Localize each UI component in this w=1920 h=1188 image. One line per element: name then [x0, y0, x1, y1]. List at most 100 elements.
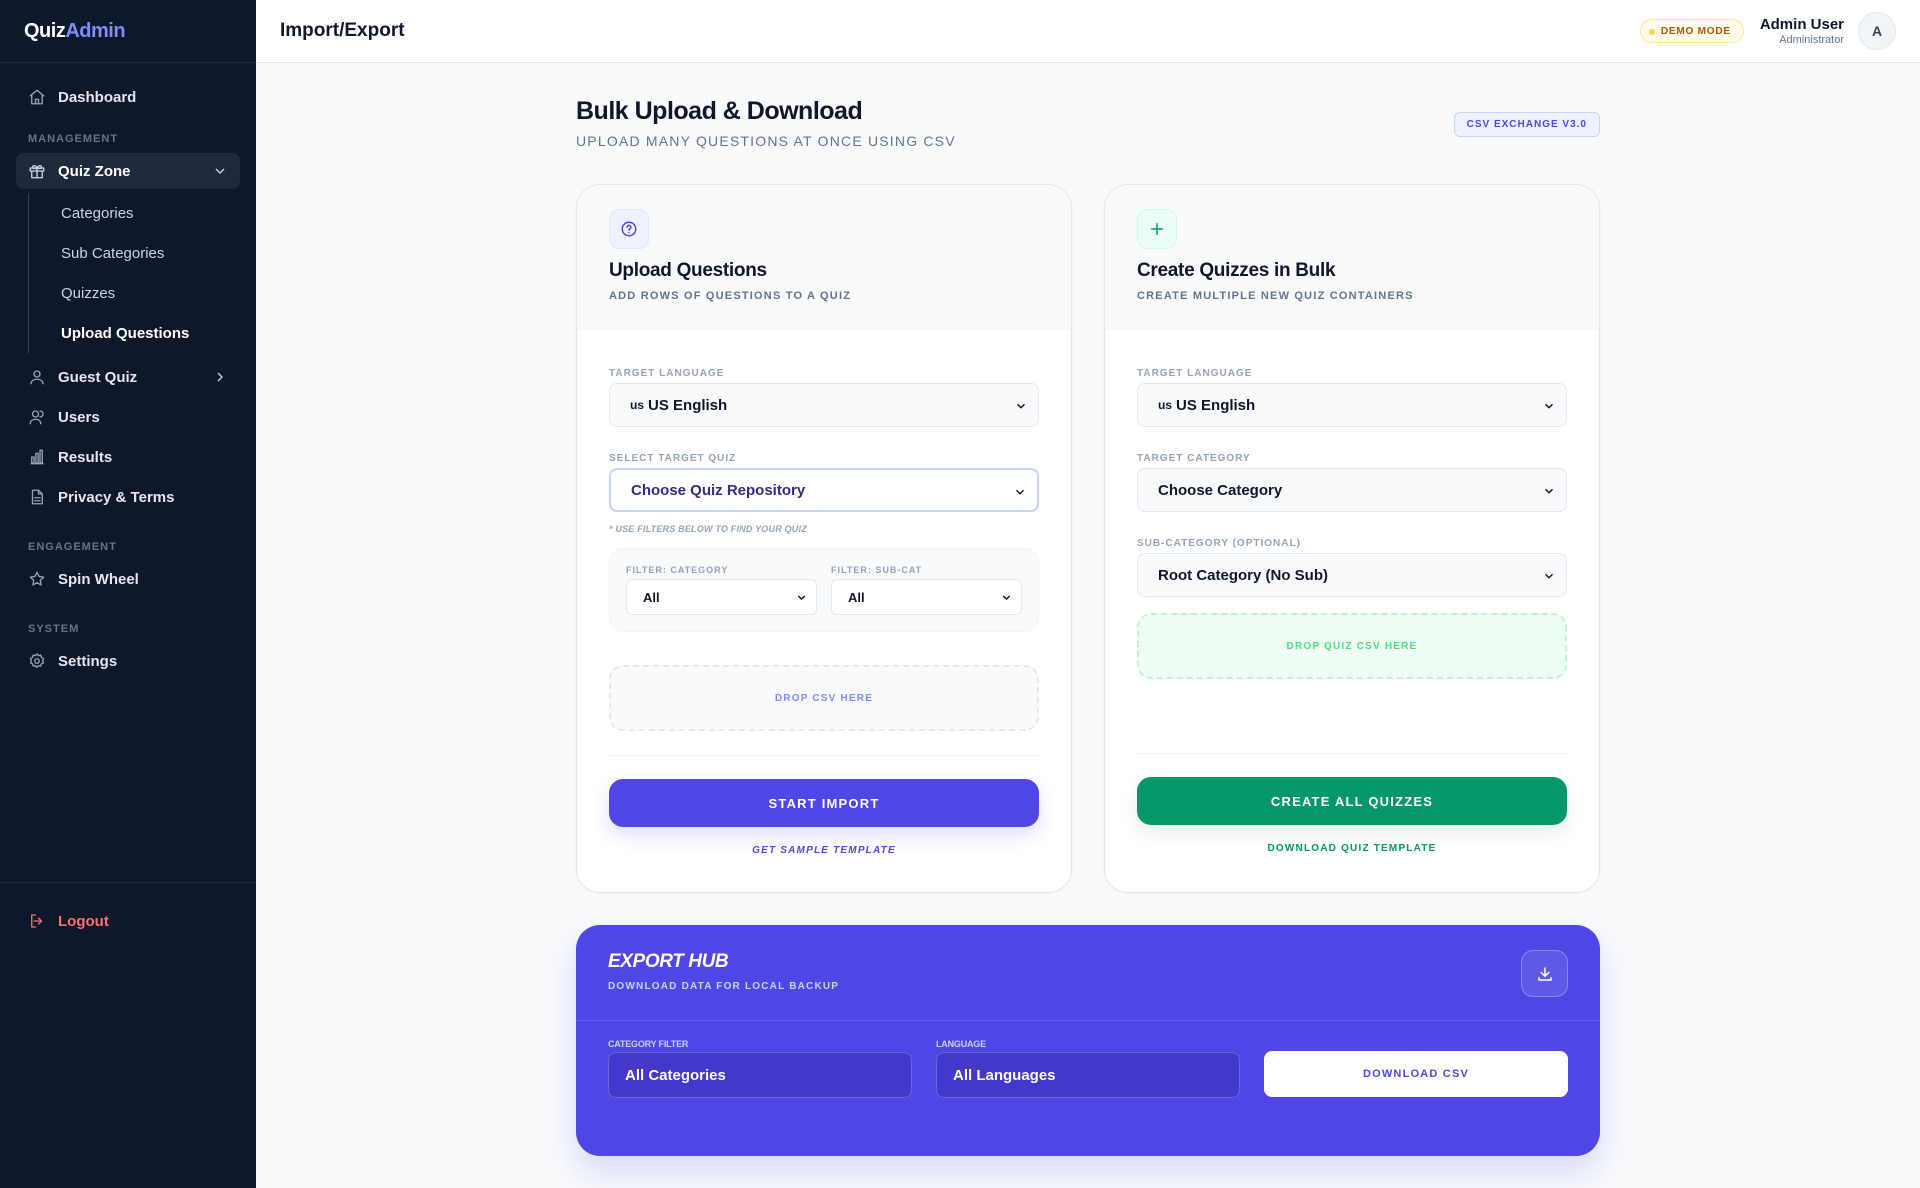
gear-icon — [28, 652, 46, 670]
avatar[interactable]: A — [1858, 12, 1896, 50]
plus-icon — [1137, 209, 1177, 249]
select-value: All — [848, 589, 865, 605]
sidebar-footer: Logout — [0, 882, 256, 959]
sidebar-item-privacy-terms[interactable]: Privacy & Terms — [16, 479, 240, 515]
bar-chart-icon — [28, 448, 46, 466]
upload-questions-card: Upload Questions ADD ROWS OF QUESTIONS T… — [576, 184, 1072, 893]
filter-category-select[interactable]: All — [626, 579, 817, 615]
sidebar-item-users[interactable]: Users — [16, 399, 240, 435]
sidebar-item-results[interactable]: Results — [16, 439, 240, 475]
quiz-filter-hint: * USE FILTERS BELOW TO FIND YOUR QUIZ — [609, 524, 807, 534]
sample-template-link[interactable]: GET SAMPLE TEMPLATE — [609, 845, 1039, 856]
select-value: US English — [648, 396, 728, 414]
select-value: All — [643, 589, 660, 605]
user-info[interactable]: Admin User Administrator — [1760, 16, 1844, 47]
brand-logo[interactable]: Quiz Admin — [0, 0, 256, 63]
category-filter-label: CATEGORY FILTER — [608, 1039, 689, 1049]
page-title: Bulk Upload & Download — [576, 97, 863, 125]
section-label-system: SYSTEM — [28, 623, 80, 635]
sidebar-item-upload-questions[interactable]: Upload Questions — [29, 313, 240, 353]
document-icon — [28, 488, 46, 506]
main-content: Bulk Upload & Download UPLOAD MANY QUEST… — [576, 63, 1600, 1156]
filter-subcat-col: FILTER: SUB-CAT All — [831, 565, 1022, 615]
user-icon — [28, 368, 46, 386]
sidebar-item-settings[interactable]: Settings — [16, 643, 240, 679]
sidebar-item-dashboard[interactable]: Dashboard — [16, 79, 240, 115]
export-language-col: LANGUAGE All Languages — [936, 1039, 1240, 1098]
filter-subcat-label: FILTER: SUB-CAT — [831, 565, 923, 575]
logout-label: Logout — [58, 912, 109, 930]
target-language-label: TARGET LANGUAGE — [609, 368, 725, 379]
card-title: Create Quizzes in Bulk — [1137, 260, 1336, 281]
bulk-quiz-card: Create Quizzes in Bulk CREATE MULTIPLE N… — [1104, 184, 1600, 893]
card-subtitle: CREATE MULTIPLE NEW QUIZ CONTAINERS — [1137, 290, 1414, 302]
sidebar-item-quiz-zone[interactable]: Quiz Zone — [16, 153, 240, 189]
sidebar-item-guest-quiz[interactable]: Guest Quiz — [16, 359, 240, 395]
star-icon — [28, 570, 46, 588]
divider — [1137, 753, 1567, 754]
csv-dropzone[interactable]: DROP CSV HERE — [609, 665, 1039, 731]
user-role: Administrator — [1779, 33, 1844, 46]
card-title: Upload Questions — [609, 260, 767, 281]
filter-category-label: FILTER: CATEGORY — [626, 565, 729, 575]
cards-row: Upload Questions ADD ROWS OF QUESTIONS T… — [576, 184, 1600, 895]
export-hub: EXPORT HUB DOWNLOAD DATA FOR LOCAL BACKU… — [576, 925, 1600, 1156]
export-category-col: CATEGORY FILTER All Categories — [608, 1039, 912, 1098]
filter-subcat-select[interactable]: All — [831, 579, 1022, 615]
target-category-select[interactable]: Choose Category — [1137, 468, 1567, 512]
sidebar-item-quizzes[interactable]: Quizzes — [29, 273, 240, 313]
target-category-label: TARGET CATEGORY — [1137, 453, 1251, 464]
download-csv-button[interactable]: DOWNLOAD CSV — [1264, 1051, 1568, 1097]
filter-category-col: FILTER: CATEGORY All — [626, 565, 817, 615]
logout-button[interactable]: Logout — [16, 903, 240, 939]
quiz-template-link[interactable]: DOWNLOAD QUIZ TEMPLATE — [1137, 843, 1567, 854]
target-language-label: TARGET LANGUAGE — [1137, 368, 1253, 379]
us-flag-icon: us — [630, 398, 645, 412]
export-hub-header: EXPORT HUB DOWNLOAD DATA FOR LOCAL BACKU… — [576, 925, 1600, 1021]
export-language-select[interactable]: All Languages — [936, 1052, 1240, 1098]
select-value: Root Category (No Sub) — [1158, 566, 1328, 584]
sidebar-item-label: Users — [58, 408, 100, 426]
divider — [609, 755, 1039, 756]
select-value: Choose Quiz Repository — [631, 481, 806, 499]
chevron-down-icon — [1000, 591, 1013, 604]
sidebar-item-label: Results — [58, 448, 113, 466]
help-circle-icon — [609, 209, 649, 249]
page-subtitle: UPLOAD MANY QUESTIONS AT ONCE USING CSV — [576, 133, 956, 149]
card-body: TARGET LANGUAGE us US English SELECT TAR… — [577, 368, 1071, 856]
version-badge: CSV EXCHANGE V3.0 — [1453, 112, 1600, 137]
sidebar-item-sub-categories[interactable]: Sub Categories — [29, 233, 240, 273]
quiz-csv-dropzone[interactable]: DROP QUIZ CSV HERE — [1137, 613, 1567, 679]
sub-category-label: SUB-CATEGORY (OPTIONAL) — [1137, 538, 1301, 549]
export-category-select[interactable]: All Categories — [608, 1052, 912, 1098]
select-target-quiz-label: SELECT TARGET QUIZ — [609, 453, 737, 464]
sub-category-select[interactable]: Root Category (No Sub) — [1137, 553, 1567, 597]
sidebar-nav: Dashboard MANAGEMENT Quiz Zone Categorie… — [0, 63, 256, 679]
target-quiz-select[interactable]: Choose Quiz Repository — [609, 468, 1039, 512]
chevron-down-icon — [1013, 485, 1027, 499]
bulk-language-select[interactable]: us US English — [1137, 383, 1567, 427]
chevron-down-icon — [795, 591, 808, 604]
brand-part-quiz: Quiz — [24, 19, 66, 42]
section-label-management: MANAGEMENT — [28, 133, 119, 145]
download-icon[interactable] — [1521, 950, 1568, 997]
target-language-select[interactable]: us US English — [609, 383, 1039, 427]
chevron-down-icon — [1014, 399, 1028, 413]
start-import-button[interactable]: START IMPORT — [609, 779, 1039, 827]
sidebar-item-categories[interactable]: Categories — [29, 193, 240, 233]
gift-icon — [28, 162, 46, 180]
header-right: DEMO MODE Admin User Administrator A — [1639, 12, 1896, 50]
chevron-down-icon — [1542, 569, 1556, 583]
sidebar-item-label: Quiz Zone — [58, 162, 131, 180]
logout-icon — [31, 914, 43, 928]
chevron-down-icon — [212, 163, 228, 179]
create-all-quizzes-button[interactable]: CREATE ALL QUIZZES — [1137, 777, 1567, 825]
section-label-engagement: ENGAGEMENT — [28, 541, 117, 553]
sidebar-item-label: Settings — [58, 652, 118, 670]
brand-part-admin: Admin — [65, 19, 126, 42]
top-header: Import/Export DEMO MODE Admin User Admin… — [256, 0, 1920, 63]
sidebar-item-spin-wheel[interactable]: Spin Wheel — [16, 561, 240, 597]
sidebar-item-label: Spin Wheel — [58, 570, 139, 588]
quiz-zone-submenu: Categories Sub Categories Quizzes Upload… — [28, 193, 240, 353]
us-flag-icon: us — [1158, 398, 1173, 412]
